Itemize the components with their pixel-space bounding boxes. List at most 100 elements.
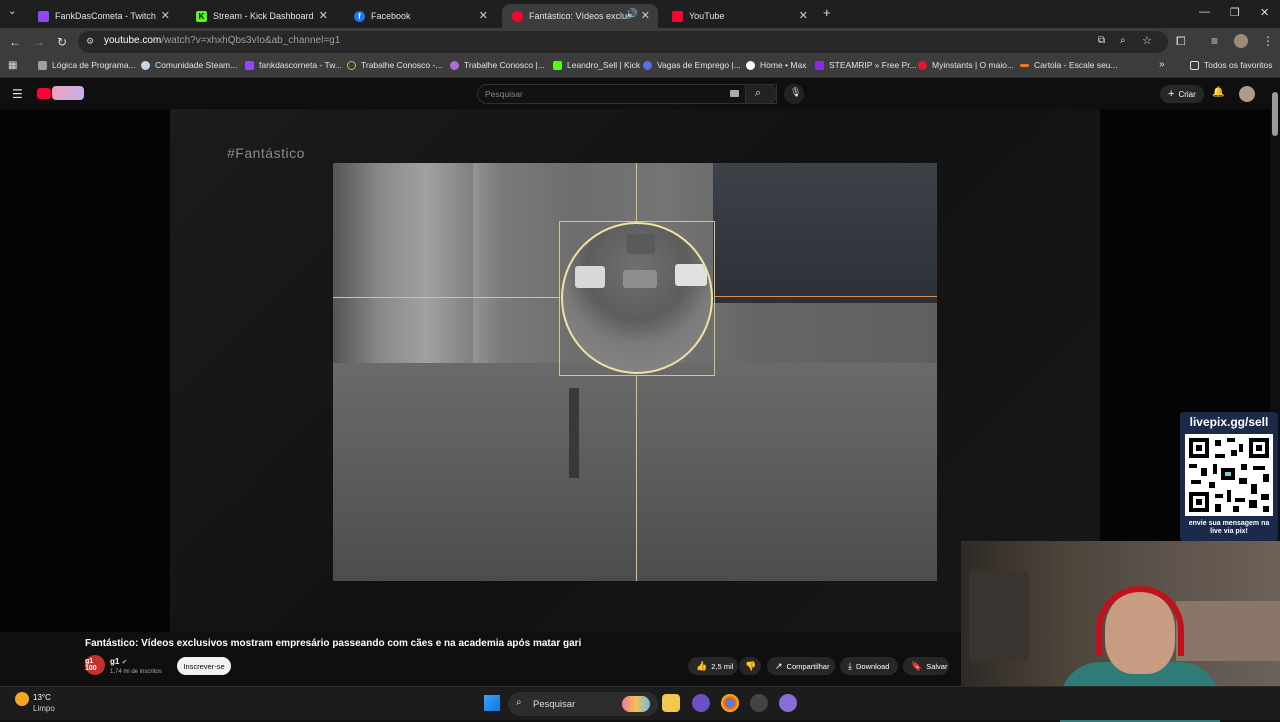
myinstants-icon (918, 60, 927, 70)
streamlabs-icon[interactable] (779, 694, 797, 712)
weather-temperature[interactable]: 13°C (33, 693, 51, 702)
bookmark-item[interactable]: Trabalhe Conosco |... (450, 60, 545, 70)
url-text[interactable]: youtube.com/watch?v=xhxhQbs3vIo&ab_chann… (104, 35, 340, 46)
create-button[interactable]: + Criar (1160, 85, 1204, 103)
voice-search-button[interactable]: 🎙 (784, 84, 804, 104)
bookmark-item[interactable]: Comunidade Steam... (141, 60, 237, 70)
steam-icon (141, 60, 150, 70)
all-bookmarks-folder[interactable]: Todos os favoritos (1190, 60, 1273, 70)
weather-description[interactable]: Limpo (33, 704, 55, 713)
weather-moon-icon[interactable] (15, 692, 29, 706)
globe-icon (347, 60, 356, 70)
account-avatar[interactable] (1239, 86, 1255, 102)
youtube-logo[interactable] (37, 88, 51, 99)
file-explorer-icon[interactable] (662, 694, 680, 712)
maximize-icon[interactable]: ❐ (1230, 6, 1240, 19)
footage-figure (569, 388, 579, 478)
download-button[interactable]: ⤓ Download (840, 657, 898, 675)
dislike-button[interactable]: 👎 (739, 657, 761, 675)
bookmark-item[interactable]: Leandro_Sell | Kick (553, 60, 640, 70)
bookmark-icon: 🔖 (911, 660, 923, 671)
extensions-icon[interactable]: ⧠ (1176, 34, 1186, 49)
channel-avatar[interactable]: g1 100 (85, 655, 105, 675)
twitch-studio-icon[interactable] (692, 694, 710, 712)
chrome-icon[interactable] (721, 694, 739, 712)
video-hashtag: #Fantástico (227, 145, 305, 161)
zoom-icon[interactable]: ⌕ (1120, 35, 1126, 46)
site-info-icon[interactable]: ⚙ (86, 36, 94, 47)
browser-tab-strip: ⌄ FankDasCometa - Twitch ✕ K Stream - Ki… (0, 0, 1280, 28)
channel-name-text: g1 (110, 657, 120, 666)
apps-grid-icon[interactable]: ▦ (8, 60, 17, 71)
back-icon[interactable]: ← (9, 35, 21, 49)
tab-twitch[interactable]: FankDasCometa - Twitch ✕ (28, 4, 178, 28)
profile-avatar[interactable] (1234, 34, 1248, 48)
windows-start-icon[interactable] (484, 695, 500, 711)
media-controls-icon[interactable]: ≡ (1211, 34, 1218, 48)
obs-icon[interactable] (750, 694, 768, 712)
menu-icon[interactable]: ☰ (12, 87, 23, 101)
channel-name[interactable]: g1 ✔ (110, 657, 127, 666)
tab-kick[interactable]: K Stream - Kick Dashboard ✕ (186, 4, 336, 28)
tab-label: Stream - Kick Dashboard (213, 11, 314, 21)
url-path: /watch?v=xhxhQbs3vIo&ab_channel=g1 (161, 35, 341, 46)
more-menu-icon[interactable]: ⋮ (1262, 34, 1274, 48)
download-icon: ⤓ (848, 660, 852, 671)
bookmark-label: STEAMRIP » Free Pr... (829, 60, 917, 70)
tab-youtube[interactable]: YouTube ✕ (662, 4, 816, 28)
crosshair-line (715, 296, 937, 297)
tab-fantastico[interactable]: Fantástico: Vídeos exclusivo 🔊 ✕ (502, 4, 658, 28)
close-icon[interactable]: ✕ (479, 9, 488, 22)
bookmark-item[interactable]: Cartola - Escale seu... (1020, 60, 1118, 70)
address-bar[interactable]: ⚙ youtube.com/watch?v=xhxhQbs3vIo&ab_cha… (78, 31, 1168, 53)
bookmark-item[interactable]: fankdascorneta - Tw... (245, 60, 342, 70)
close-icon[interactable]: ✕ (319, 9, 328, 22)
search-button[interactable]: ⌕ (745, 84, 777, 104)
youtube-doodle-logo[interactable] (52, 86, 84, 100)
twitch-icon (245, 60, 254, 70)
bookmark-item[interactable]: Myinstants | O maio... (918, 60, 1014, 70)
bookmark-item[interactable]: Home • Max (746, 60, 806, 70)
bookmark-star-icon[interactable]: ☆ (1142, 34, 1152, 47)
reload-icon[interactable]: ↻ (57, 35, 67, 49)
more-bookmarks-icon[interactable]: » (1159, 59, 1165, 70)
bookmark-label: Trabalhe Conosco -... (361, 60, 443, 70)
tab-facebook[interactable]: f Facebook ✕ (344, 4, 496, 28)
bookmark-label: Comunidade Steam... (155, 60, 238, 70)
steamrip-icon (815, 60, 824, 70)
close-window-icon[interactable]: ✕ (1260, 6, 1269, 19)
kick-icon (553, 60, 562, 70)
bookmark-item[interactable]: STEAMRIP » Free Pr... (815, 60, 917, 70)
keyboard-icon[interactable] (730, 90, 739, 97)
minimize-icon[interactable]: — (1199, 6, 1210, 18)
notifications-bell-icon[interactable]: 🔔 (1212, 87, 1224, 98)
tab-search-icon[interactable]: ⌄ (8, 6, 16, 17)
search-input[interactable]: Pesquisar (485, 89, 523, 99)
like-button[interactable]: 👍 2,5 mil (688, 657, 738, 675)
search-box[interactable]: Pesquisar (477, 84, 777, 104)
bookmarks-bar: ▦ Lógica de Programa... Comunidade Steam… (0, 56, 1280, 78)
bookmark-item[interactable]: Trabalhe Conosco -... (347, 60, 442, 70)
bookmark-icon (38, 60, 47, 70)
bookmark-item[interactable]: Vagas de Emprego |... (643, 60, 741, 70)
new-tab-button[interactable]: + (823, 5, 831, 20)
footage-background (713, 163, 937, 303)
subscribe-button[interactable]: Inscrever-se (177, 657, 231, 675)
close-icon[interactable]: ✕ (161, 9, 170, 22)
kick-icon: K (196, 10, 207, 22)
install-app-icon[interactable]: ⧉ (1098, 35, 1105, 46)
url-domain: youtube.com (104, 35, 162, 46)
forward-icon[interactable]: → (33, 35, 45, 49)
search-icon: ⌕ (516, 697, 522, 708)
search-icon: ⌕ (755, 87, 762, 99)
car-gray (623, 270, 657, 288)
share-button[interactable]: ↗ Compartilhar (767, 657, 835, 675)
youtube-header: ☰ Pesquisar ⌕ 🎙 + Criar 🔔 (0, 79, 1280, 109)
bookmark-label: Home • Max (760, 60, 807, 70)
close-icon[interactable]: ✕ (799, 9, 808, 22)
bookmark-item[interactable]: Lógica de Programa... (38, 60, 136, 70)
close-icon[interactable]: ✕ (641, 9, 650, 22)
save-button[interactable]: 🔖 Salvar (903, 657, 949, 675)
scrollbar-thumb[interactable] (1272, 92, 1278, 136)
speaker-icon[interactable]: 🔊 (626, 9, 638, 20)
